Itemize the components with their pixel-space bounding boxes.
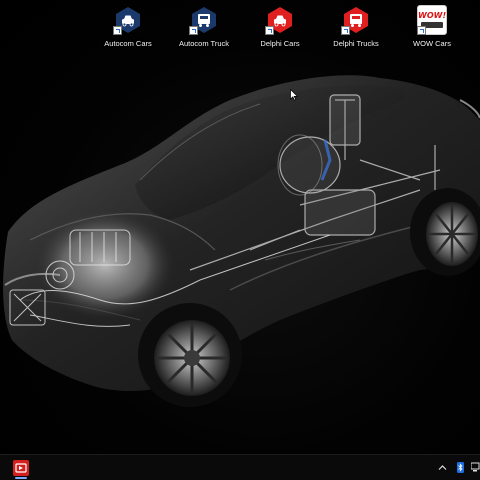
network-icon[interactable] — [471, 462, 480, 473]
shortcut-arrow-icon — [189, 26, 198, 35]
desktop-icons: Autocom Cars Autocom Truck Delphi Cars D… — [0, 0, 480, 60]
icon-label: Autocom Truck — [178, 39, 230, 48]
wow-logo-text: WOW! — [418, 11, 447, 20]
wallpaper-car-image — [3, 75, 480, 407]
delphi-car-icon — [265, 6, 294, 35]
mouse-pointer-icon — [290, 89, 298, 101]
wow-cars-shortcut[interactable]: WOW! WOW Cars — [396, 6, 468, 48]
autocom-cars-shortcut[interactable]: Autocom Cars — [92, 6, 164, 48]
chevron-up-icon[interactable] — [438, 464, 447, 471]
icon-label: Delphi Trucks — [333, 39, 379, 48]
autocom-taskbar-icon[interactable] — [13, 460, 29, 479]
delphi-cars-shortcut[interactable]: Delphi Cars — [244, 6, 316, 48]
desktop: Autocom Cars Autocom Truck Delphi Cars D… — [0, 0, 480, 454]
autocom-car-icon — [113, 6, 142, 35]
delphi-truck-icon — [341, 6, 370, 35]
shortcut-arrow-icon — [417, 26, 426, 35]
autocom-truck-shortcut[interactable]: Autocom Truck — [168, 6, 240, 48]
autocom-truck-icon — [189, 6, 218, 35]
shortcut-arrow-icon — [113, 26, 122, 35]
icon-label: Delphi Cars — [260, 39, 300, 48]
shortcut-arrow-icon — [265, 26, 274, 35]
shortcut-arrow-icon — [341, 26, 350, 35]
taskbar — [0, 454, 480, 480]
bluetooth-icon[interactable] — [457, 462, 464, 473]
delphi-trucks-shortcut[interactable]: Delphi Trucks — [320, 6, 392, 48]
icon-label: WOW Cars — [413, 39, 451, 48]
icon-label: Autocom Cars — [104, 39, 152, 48]
wow-logo-icon: WOW! — [417, 6, 447, 35]
